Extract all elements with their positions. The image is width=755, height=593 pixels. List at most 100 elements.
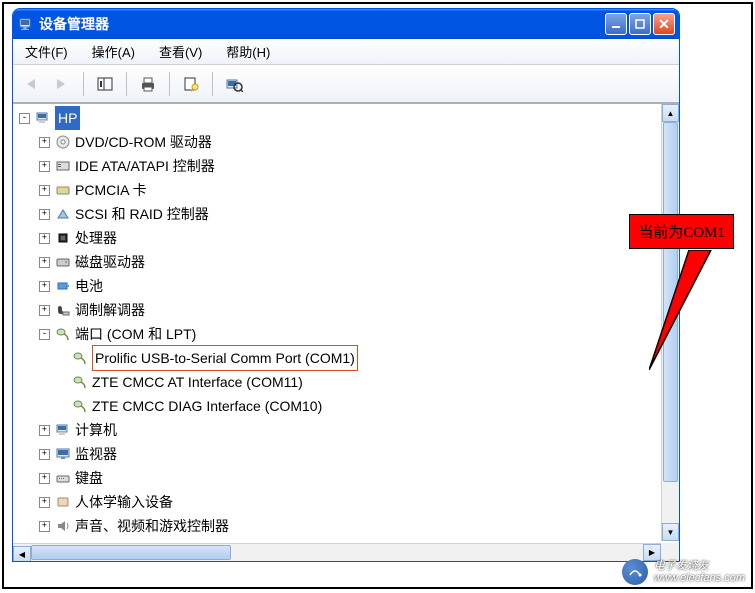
tree-leaf-com11[interactable]: ZTE CMCC AT Interface (COM11) (15, 370, 659, 394)
expand-icon[interactable]: + (39, 473, 50, 484)
tree-node-ports[interactable]: - 端口 (COM 和 LPT) (15, 322, 659, 346)
expand-icon[interactable]: + (39, 161, 50, 172)
device-manager-window: 设备管理器 ✕ 文件(F) 操作(A) 查看(V) 帮助(H) (12, 8, 680, 562)
modem-icon (54, 302, 72, 318)
node-label: PCMCIA 卡 (75, 178, 147, 202)
ide-icon (54, 158, 72, 174)
watermark: 电子发烧友 www.elecfans.com (622, 559, 745, 585)
expand-icon[interactable]: + (39, 233, 50, 244)
toolbar (13, 65, 679, 103)
tree-node-monitor[interactable]: + 监视器 (15, 442, 659, 466)
leaf-label: ZTE CMCC AT Interface (COM11) (92, 370, 303, 394)
window-title: 设备管理器 (39, 14, 605, 34)
collapse-icon[interactable]: - (39, 329, 50, 340)
leaf-label: Prolific USB-to-Serial Comm Port (COM1) (92, 345, 358, 371)
tree-node-pcmcia[interactable]: + PCMCIA 卡 (15, 178, 659, 202)
expand-icon[interactable]: + (39, 281, 50, 292)
tree-leaf-com1[interactable]: Prolific USB-to-Serial Comm Port (COM1) (15, 346, 659, 370)
tree-root[interactable]: - HP (15, 106, 659, 130)
node-label: 处理器 (75, 226, 117, 250)
tree-node-ide[interactable]: + IDE ATA/ATAPI 控制器 (15, 154, 659, 178)
expand-icon[interactable]: + (39, 137, 50, 148)
node-label: 声音、视频和游戏控制器 (75, 514, 229, 538)
titlebar[interactable]: 设备管理器 ✕ (13, 9, 679, 39)
tree-node-keyboard[interactable]: + 键盘 (15, 466, 659, 490)
disk-icon (54, 254, 72, 270)
properties-button[interactable] (178, 71, 204, 97)
menu-action[interactable]: 操作(A) (88, 40, 139, 63)
collapse-icon[interactable]: - (19, 113, 30, 124)
tree-node-disk[interactable]: + 磁盘驱动器 (15, 250, 659, 274)
node-label: 键盘 (75, 466, 103, 490)
leaf-label: ZTE CMCC DIAG Interface (COM10) (92, 394, 322, 418)
hid-icon (54, 494, 72, 510)
port-icon (71, 350, 89, 366)
watermark-logo-icon (622, 559, 648, 585)
computer-icon (34, 110, 52, 126)
scroll-down-button[interactable]: ▼ (662, 523, 679, 541)
tree-node-cpu[interactable]: + 处理器 (15, 226, 659, 250)
show-hide-button[interactable] (92, 71, 118, 97)
page-border: 设备管理器 ✕ 文件(F) 操作(A) 查看(V) 帮助(H) (2, 2, 753, 589)
node-label: IDE ATA/ATAPI 控制器 (75, 154, 215, 178)
minimize-button[interactable] (605, 13, 627, 35)
scroll-left-button[interactable]: ◀ (13, 546, 31, 561)
port-icon (71, 374, 89, 390)
toolbar-separator (126, 72, 127, 96)
tree-node-battery[interactable]: + 电池 (15, 274, 659, 298)
tree-node-modem[interactable]: +调制解调器 (15, 298, 659, 322)
toolbar-separator (83, 72, 84, 96)
toolbar-separator (212, 72, 213, 96)
tree-node-hid[interactable]: + 人体学输入设备 (15, 490, 659, 514)
cdrom-icon (54, 134, 72, 150)
expand-icon[interactable]: + (39, 521, 50, 532)
expand-icon[interactable]: + (39, 209, 50, 220)
port-icon (54, 326, 72, 342)
callout-text: 当前为COM1 (629, 214, 734, 249)
device-tree[interactable]: - HP +DVD/CD-ROM 驱动器 +IDE ATA/ATAPI 控制器 … (15, 106, 659, 541)
scan-button[interactable] (221, 71, 247, 97)
annotation-callout: 当前为COM1 (629, 214, 734, 249)
menu-file[interactable]: 文件(F) (21, 40, 72, 63)
watermark-url: www.elecfans.com (654, 572, 745, 584)
monitor-icon (54, 446, 72, 462)
node-label: 计算机 (75, 418, 117, 442)
forward-button (49, 71, 75, 97)
tree-node-sound[interactable]: + 声音、视频和游戏控制器 (15, 514, 659, 538)
maximize-button[interactable] (629, 13, 651, 35)
tree-node-scsi[interactable]: + SCSI 和 RAID 控制器 (15, 202, 659, 226)
expand-icon[interactable]: + (39, 305, 50, 316)
expand-icon[interactable]: + (39, 257, 50, 268)
node-label: 监视器 (75, 442, 117, 466)
computer-icon (54, 422, 72, 438)
battery-icon (54, 278, 72, 294)
close-button[interactable]: ✕ (653, 13, 675, 35)
tree-leaf-com10[interactable]: ZTE CMCC DIAG Interface (COM10) (15, 394, 659, 418)
print-button[interactable] (135, 71, 161, 97)
keyboard-icon (54, 470, 72, 486)
expand-icon[interactable]: + (39, 185, 50, 196)
scroll-up-button[interactable]: ▲ (662, 104, 679, 122)
scsi-icon (54, 206, 72, 222)
horizontal-scrollbar[interactable]: ◀ ▶ (13, 543, 661, 561)
computer-icon (17, 15, 35, 33)
node-label: 人体学输入设备 (75, 490, 173, 514)
expand-icon[interactable]: + (39, 497, 50, 508)
node-label: DVD/CD-ROM 驱动器 (75, 130, 212, 154)
node-label: 端口 (COM 和 LPT) (75, 322, 196, 346)
expand-icon[interactable]: + (39, 449, 50, 460)
tree-node-dvd[interactable]: + DVD/CD-ROM 驱动器 (15, 130, 659, 154)
node-label: SCSI 和 RAID 控制器 (75, 202, 209, 226)
scroll-thumb[interactable] (31, 545, 231, 560)
tree-node-computer[interactable]: + 计算机 (15, 418, 659, 442)
port-icon (71, 398, 89, 414)
menu-view[interactable]: 查看(V) (155, 40, 206, 63)
node-label: 磁盘驱动器 (75, 250, 145, 274)
tree-area: - HP +DVD/CD-ROM 驱动器 +IDE ATA/ATAPI 控制器 … (13, 103, 679, 561)
menubar: 文件(F) 操作(A) 查看(V) 帮助(H) (13, 39, 679, 65)
node-label: 电池 (75, 274, 103, 298)
menu-help[interactable]: 帮助(H) (222, 40, 274, 63)
card-icon (54, 182, 72, 198)
back-button (19, 71, 45, 97)
expand-icon[interactable]: + (39, 425, 50, 436)
